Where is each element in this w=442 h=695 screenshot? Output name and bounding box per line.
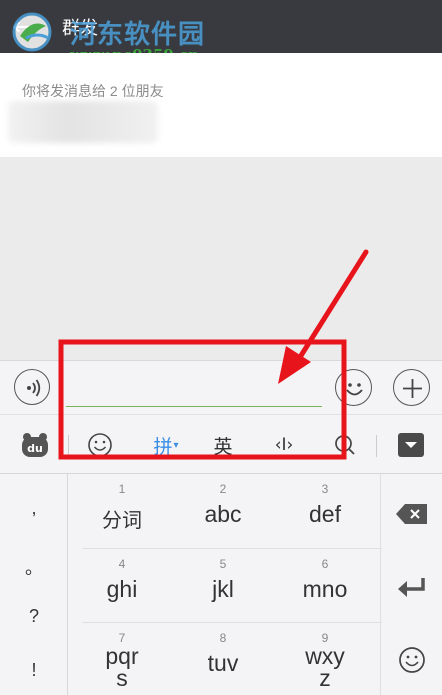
key-9[interactable]: 9 wxyz	[275, 623, 375, 695]
key-label: pqrs	[105, 643, 139, 691]
key-number: 2	[219, 482, 227, 496]
punct-key-exclaim[interactable]: !	[0, 660, 68, 681]
key-2[interactable]: 2 abc	[173, 474, 273, 546]
enter-button[interactable]	[391, 570, 433, 606]
nine-key-keyboard: , 。 ? ! 1 分词 2 abc 3 def 4 ghi 5 jkl 6 m…	[0, 474, 442, 695]
smiley-icon	[88, 433, 112, 457]
toolbar-divider	[376, 435, 377, 457]
cursor-label: ‹I›	[274, 435, 294, 455]
backspace-button[interactable]	[391, 496, 433, 532]
key-number: 1	[118, 482, 126, 496]
key-label: abc	[204, 501, 242, 527]
plus-icon	[403, 379, 422, 398]
key-number: 6	[321, 557, 329, 571]
chat-input-bar	[0, 360, 442, 414]
punct-key-comma[interactable]: ,	[0, 498, 68, 519]
punct-key-question[interactable]: ?	[0, 606, 68, 627]
recipient-names-blurred	[8, 101, 158, 143]
key-6[interactable]: 6 mno	[275, 549, 375, 621]
pinyin-label: 拼	[153, 435, 173, 458]
recipients-card: 你将发消息给 2 位朋友	[0, 53, 442, 157]
enter-icon	[398, 578, 425, 597]
emoji-panel-button[interactable]	[82, 425, 118, 465]
message-input[interactable]	[66, 373, 322, 407]
collapse-keyboard-icon	[398, 433, 424, 457]
key-label: 分词	[102, 510, 142, 532]
key-label: def	[309, 501, 341, 527]
smiley-icon	[399, 647, 425, 673]
function-column	[380, 474, 442, 695]
english-label: 英	[213, 435, 233, 458]
key-label: jkl	[212, 576, 234, 602]
punctuation-column: , 。 ? !	[0, 474, 68, 695]
key-3[interactable]: 3 def	[275, 474, 375, 546]
key-number: 8	[219, 631, 227, 645]
toolbar-divider	[68, 435, 69, 457]
voice-button[interactable]	[14, 369, 50, 405]
key-8[interactable]: 8 tuv	[173, 623, 273, 695]
backspace-icon	[396, 504, 427, 524]
key-7[interactable]: 7 pqrs	[72, 623, 172, 695]
key-label: wxyz	[305, 643, 345, 691]
search-button[interactable]	[330, 425, 360, 465]
key-label: mno	[302, 576, 348, 602]
search-icon	[335, 435, 355, 455]
key-5[interactable]: 5 jkl	[173, 549, 273, 621]
key-number: 4	[118, 557, 126, 571]
baidu-du-icon: du	[22, 433, 48, 457]
keyboard-emoji-button[interactable]	[391, 642, 433, 678]
recipients-hint: 你将发消息给 2 位朋友	[22, 83, 164, 99]
key-label: ghi	[106, 576, 138, 602]
keyboard-toolbar: du 拼 ▾ 英 ‹I›	[0, 414, 442, 474]
key-label: tuv	[207, 650, 239, 676]
cursor-move-button[interactable]: ‹I›	[264, 425, 304, 465]
svg-text:du: du	[27, 442, 43, 455]
collapse-keyboard-button[interactable]	[394, 425, 428, 465]
watermark-logo-icon	[12, 12, 52, 52]
pinyin-mode-button[interactable]: 拼 ▾	[146, 425, 186, 465]
key-1[interactable]: 1 分词	[72, 474, 172, 546]
voice-icon	[27, 379, 41, 397]
emoji-button[interactable]	[335, 369, 372, 406]
key-number: 3	[321, 482, 329, 496]
key-number: 5	[219, 557, 227, 571]
plus-button[interactable]	[393, 369, 430, 406]
caret-down-icon: ▾	[173, 439, 179, 451]
english-mode-button[interactable]: 英	[206, 425, 240, 465]
punct-key-period[interactable]: 。	[0, 554, 68, 580]
title-bar: ← 群发	[0, 0, 442, 53]
emoji-icon	[346, 383, 363, 396]
key-4[interactable]: 4 ghi	[72, 549, 172, 621]
baidu-logo-button[interactable]: du	[18, 425, 52, 465]
